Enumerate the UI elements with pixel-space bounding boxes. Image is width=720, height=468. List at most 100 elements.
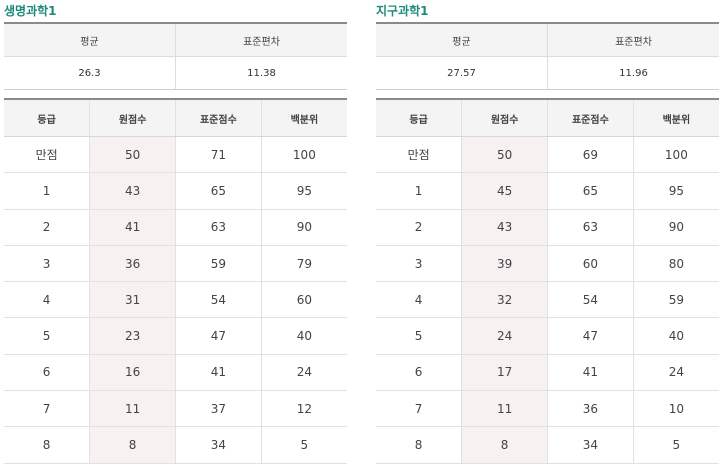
percentile-cell: 90 [260,209,347,246]
raw-score-cell: 50 [89,136,176,174]
percentile-cell: 10 [632,390,719,428]
standard-score-cell: 47 [175,317,262,355]
stddev-value: 11.96 [547,56,719,90]
grade-cell: 1 [376,172,462,210]
standard-score-cell: 37 [175,390,262,428]
standard-score-header: 표준점수 [547,99,634,137]
grade-header: 등급 [4,99,90,137]
table-row: 6 17 41 24 [376,354,719,392]
grade-cell: 1 [4,172,90,210]
percentile-cell: 5 [632,426,719,464]
grade-cell: 3 [4,245,90,283]
percentile-header: 백분위 [632,99,719,137]
raw-score-cell: 23 [89,317,176,355]
table-row: 7 11 37 12 [4,390,347,428]
grade-cell: 5 [4,317,90,355]
grade-table: 등급 원점수 표준점수 백분위 만점 50 69 100 1 45 65 95 2 43 63 90 3… [376,98,719,464]
mean-header: 평균 [376,23,548,57]
raw-score-cell: 11 [461,390,548,428]
standard-score-cell: 60 [547,245,634,283]
mean-value: 26.3 [4,56,176,90]
biology-panel: 생명과학1 평균 표준편차 26.3 11.38 등급 원점수 표준점수 백분위… [4,0,347,464]
table-row: 3 36 59 79 [4,245,347,283]
raw-score-cell: 11 [89,390,176,428]
percentile-cell: 59 [632,281,719,319]
grade-cell: 6 [4,354,90,392]
table-row: 4 32 54 59 [376,281,719,319]
summary-table: 평균 표준편차 27.57 11.96 [376,22,719,90]
stddev-header: 표준편차 [175,23,347,57]
percentile-cell: 24 [260,354,347,392]
raw-score-cell: 39 [461,245,548,283]
percentile-cell: 80 [632,245,719,283]
standard-score-cell: 41 [175,354,262,392]
standard-score-cell: 41 [547,354,634,392]
grade-cell: 만점 [376,136,462,174]
table-row: 5 23 47 40 [4,317,347,355]
grade-cell: 8 [376,426,462,464]
raw-score-cell: 50 [461,136,548,174]
percentile-cell: 5 [260,426,347,464]
panel-title: 지구과학1 [376,4,429,18]
grade-cell: 8 [4,426,90,464]
grade-cell: 6 [376,354,462,392]
percentile-cell: 24 [632,354,719,392]
percentile-cell: 12 [260,390,347,428]
raw-score-cell: 24 [461,317,548,355]
standard-score-cell: 65 [175,172,262,210]
percentile-header: 백분위 [260,99,347,137]
standard-score-cell: 54 [175,281,262,319]
summary-table: 평균 표준편차 26.3 11.38 [4,22,347,90]
raw-score-cell: 32 [461,281,548,319]
percentile-cell: 90 [632,209,719,246]
standard-score-cell: 34 [175,426,262,464]
panel-title: 생명과학1 [4,4,57,18]
percentile-cell: 100 [260,136,347,174]
table-row: 6 16 41 24 [4,354,347,392]
grade-cell: 2 [4,209,90,246]
percentile-cell: 95 [260,172,347,210]
table-row: 1 45 65 95 [376,172,719,210]
table-row: 만점 50 71 100 [4,136,347,174]
table-row: 1 43 65 95 [4,172,347,210]
mean-value: 27.57 [376,56,548,90]
standard-score-cell: 63 [547,209,634,246]
grade-table: 등급 원점수 표준점수 백분위 만점 50 71 100 1 43 65 95 2 41 63 90 3… [4,98,347,464]
table-row: 2 43 63 90 [376,209,719,246]
raw-score-header: 원점수 [89,99,176,137]
raw-score-cell: 8 [461,426,548,464]
standard-score-cell: 34 [547,426,634,464]
grade-cell: 만점 [4,136,90,174]
standard-score-cell: 65 [547,172,634,210]
grade-cell: 4 [376,281,462,319]
percentile-cell: 60 [260,281,347,319]
raw-score-cell: 43 [461,209,548,246]
table-row: 8 8 34 5 [4,426,347,464]
percentile-cell: 100 [632,136,719,174]
raw-score-cell: 31 [89,281,176,319]
mean-header: 평균 [4,23,176,57]
standard-score-cell: 63 [175,209,262,246]
raw-score-cell: 16 [89,354,176,392]
standard-score-cell: 71 [175,136,262,174]
standard-score-cell: 36 [547,390,634,428]
table-row: 5 24 47 40 [376,317,719,355]
standard-score-cell: 69 [547,136,634,174]
standard-score-cell: 54 [547,281,634,319]
raw-score-cell: 45 [461,172,548,210]
percentile-cell: 40 [260,317,347,355]
raw-score-header: 원점수 [461,99,548,137]
earth-science-panel: 지구과학1 평균 표준편차 27.57 11.96 등급 원점수 표준점수 백분… [376,0,719,464]
table-row: 3 39 60 80 [376,245,719,283]
percentile-cell: 40 [632,317,719,355]
stddev-value: 11.38 [175,56,347,90]
table-row: 7 11 36 10 [376,390,719,428]
grade-cell: 4 [4,281,90,319]
grade-cell: 5 [376,317,462,355]
standard-score-cell: 59 [175,245,262,283]
grade-cell: 3 [376,245,462,283]
standard-score-header: 표준점수 [175,99,262,137]
table-row: 4 31 54 60 [4,281,347,319]
grade-cell: 7 [376,390,462,428]
grade-cell: 2 [376,209,462,246]
